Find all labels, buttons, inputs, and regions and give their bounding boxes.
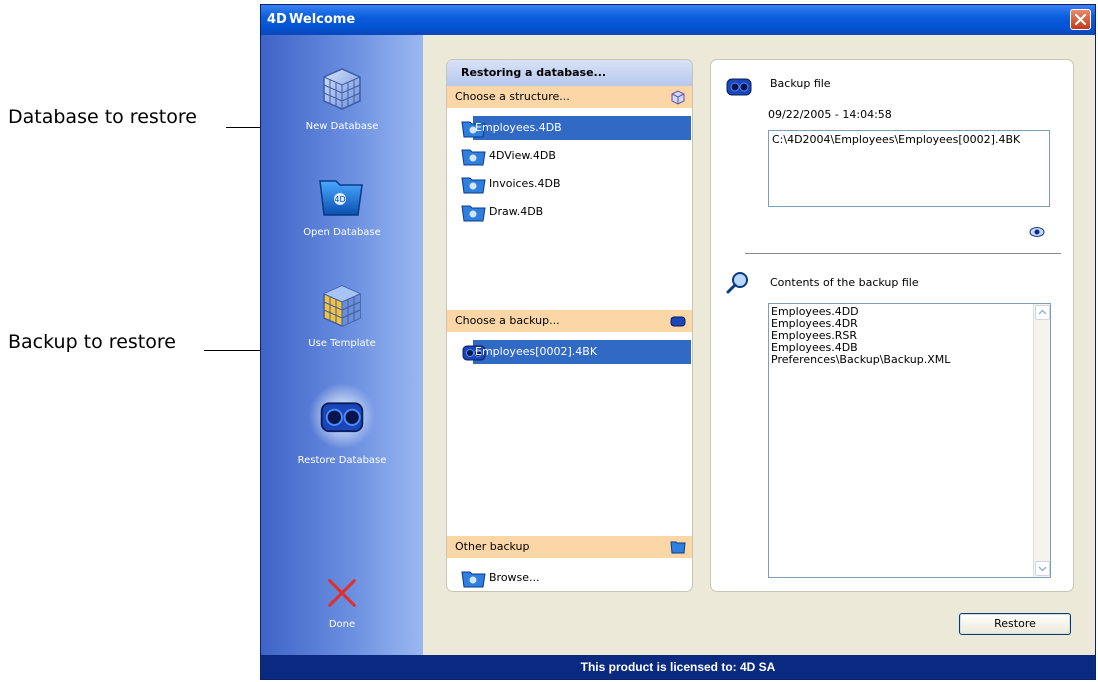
structure-section-label: Choose a structure...	[455, 90, 570, 103]
sidebar-item-new-database[interactable]: New Database	[261, 63, 423, 132]
title-bar: 4D Welcome	[261, 5, 1095, 35]
database-icon	[461, 149, 486, 166]
browse-label: Browse...	[489, 571, 540, 584]
structure-name: Invoices.4DB	[489, 177, 561, 190]
scroll-up-button[interactable]	[1035, 305, 1050, 320]
structure-section-header: Choose a structure...	[447, 86, 692, 108]
open-database-icon: 4D	[319, 180, 363, 216]
restore-database-icon	[309, 383, 375, 449]
sidebar-item-label: Open Database	[303, 227, 381, 238]
svg-text:4D: 4D	[334, 195, 345, 204]
structure-cube-icon	[671, 90, 685, 105]
browse-button[interactable]: Browse...	[461, 566, 691, 590]
sidebar-item-restore-database[interactable]: Restore Database	[261, 383, 423, 466]
backup-name: Employees[0002].4BK	[475, 345, 598, 358]
chevron-down-icon	[1038, 566, 1047, 572]
close-icon	[1074, 13, 1087, 26]
contents-label: Contents of the backup file	[770, 276, 919, 289]
done-x-icon	[328, 579, 356, 607]
folder-icon	[670, 541, 686, 554]
panel-header: Restoring a database...	[447, 60, 692, 86]
backup-file-icon	[726, 78, 752, 96]
new-database-icon	[323, 68, 361, 110]
folder-icon	[461, 571, 486, 588]
contents-list: Employees.4DD Employees.4DR Employees.RS…	[771, 306, 950, 366]
sidebar-item-label: Use Template	[308, 338, 376, 349]
backup-file-label: Backup file	[770, 77, 831, 90]
app-logo: 4D	[267, 12, 287, 27]
other-backup-label: Other backup	[455, 540, 530, 553]
done-button[interactable]: Done	[261, 573, 423, 630]
structure-name: Draw.4DB	[489, 205, 544, 218]
database-icon	[461, 177, 486, 194]
view-eye-icon[interactable]	[1029, 226, 1045, 238]
sidebar-item-label: Done	[328, 619, 356, 630]
backup-date: 09/22/2005 - 14:04:58	[768, 108, 892, 121]
structure-item-4dview[interactable]: 4DView.4DB	[461, 144, 691, 168]
structure-item-employees[interactable]: Employees.4DB	[461, 116, 691, 140]
sidebar-item-label: Restore Database	[297, 455, 387, 466]
backup-section-label: Choose a backup...	[455, 314, 560, 327]
sidebar-item-label: New Database	[305, 121, 379, 132]
database-icon	[461, 205, 486, 222]
divider	[745, 253, 1061, 254]
callout-database-to-restore: Database to restore	[8, 106, 197, 128]
close-button[interactable]	[1070, 9, 1091, 30]
sidebar: New Database 4D Open Database Use Templa…	[261, 35, 423, 655]
list-item: Preferences\Backup\Backup.XML	[771, 353, 951, 366]
backup-path-text: C:\4D2004\Employees\Employees[0002].4BK	[772, 133, 1021, 146]
restore-options-panel: Restoring a database... Choose a structu…	[446, 59, 693, 592]
magnifier-icon	[726, 272, 748, 294]
template-icon	[323, 285, 361, 327]
chevron-up-icon	[1038, 309, 1047, 315]
sidebar-item-open-database[interactable]: 4D Open Database	[261, 169, 423, 238]
backup-icon	[670, 316, 686, 327]
backup-section-header: Choose a backup...	[447, 310, 692, 332]
window-title: Welcome	[289, 12, 356, 27]
callout-backup-to-restore: Backup to restore	[8, 331, 176, 353]
sidebar-item-use-template[interactable]: Use Template	[261, 280, 423, 349]
structure-name: 4DView.4DB	[489, 149, 556, 162]
structure-item-invoices[interactable]: Invoices.4DB	[461, 172, 691, 196]
structure-item-draw[interactable]: Draw.4DB	[461, 200, 691, 224]
other-backup-section-header: Other backup	[447, 536, 692, 558]
structure-name: Employees.4DB	[475, 121, 562, 134]
contents-list-box[interactable]: Employees.4DD Employees.4DR Employees.RS…	[768, 303, 1051, 578]
backup-path-field[interactable]: C:\4D2004\Employees\Employees[0002].4BK	[768, 130, 1050, 207]
backup-details-panel: Backup file 09/22/2005 - 14:04:58 C:\4D2…	[710, 59, 1074, 592]
welcome-window: 4D Welcome New Database 4D Open Database…	[260, 4, 1096, 680]
vertical-scrollbar[interactable]	[1033, 304, 1050, 577]
license-footer: This product is licensed to: 4D SA	[261, 655, 1095, 679]
backup-item-employees-0002[interactable]: Employees[0002].4BK	[462, 340, 691, 364]
scroll-down-button[interactable]	[1035, 561, 1050, 576]
restore-button[interactable]: Restore	[959, 613, 1071, 635]
